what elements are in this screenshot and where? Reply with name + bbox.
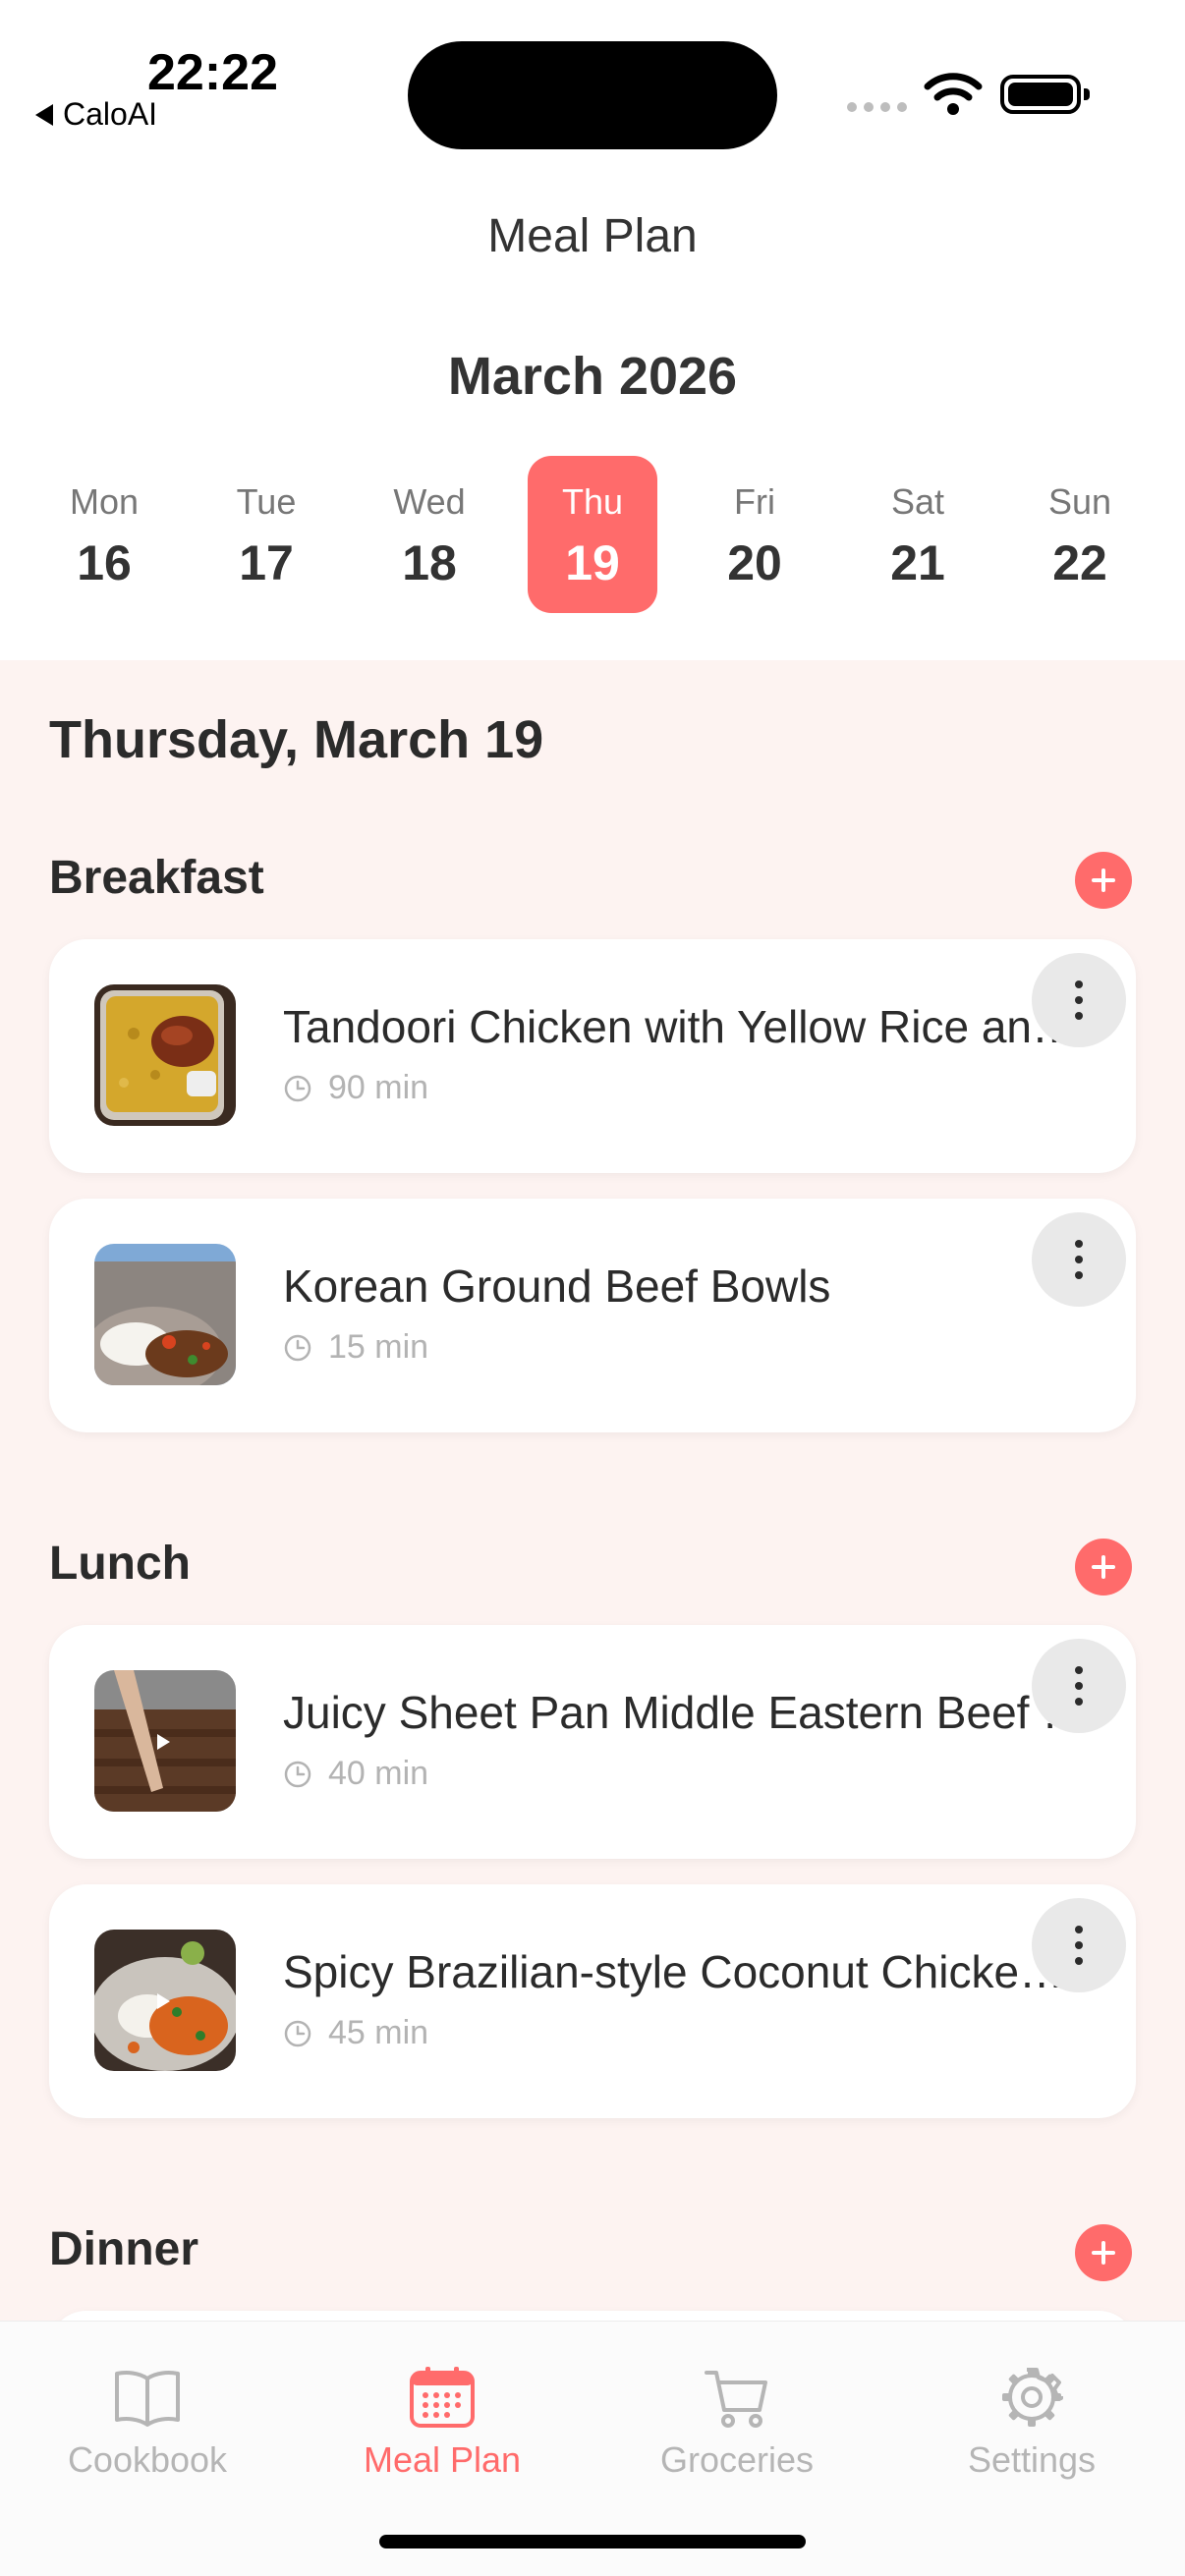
more-options-button[interactable] <box>1032 1639 1126 1733</box>
status-time: 22:22 <box>147 44 278 101</box>
video-thumbnail-curry <box>94 1930 236 2071</box>
recipe-title: Spicy Brazilian-style Coconut Chicken Cu… <box>283 1946 1089 1997</box>
recipe-time: 45 min <box>328 2014 429 2051</box>
recipe-meta: 45 min <box>283 2014 428 2052</box>
clock-icon <box>284 1075 311 1101</box>
tab-label: Cookbook <box>67 2439 228 2480</box>
back-to-app-button[interactable]: CaloAI <box>35 96 157 133</box>
section-title-breakfast: Breakfast <box>49 852 264 904</box>
play-icon <box>157 1734 170 1750</box>
recipe-card[interactable]: Spicy Brazilian-style Coconut Chicken Cu… <box>49 1884 1136 2118</box>
recipe-meta: 15 min <box>283 1328 428 1367</box>
food-photo-rice-chicken <box>94 984 236 1126</box>
page-title: Meal Plan <box>487 210 698 262</box>
calendar-icon <box>410 2367 475 2428</box>
recipe-meta: 90 min <box>283 1069 428 1107</box>
tab-groceries[interactable]: Groceries <box>590 2365 884 2492</box>
day-number: 17 <box>239 535 294 590</box>
gear-icon <box>1002 2368 1063 2427</box>
recipe-card[interactable] <box>49 2311 1136 2321</box>
meal-plan-content[interactable]: Thursday, March 19 Breakfast Tandoori Ch… <box>0 660 1185 2321</box>
recipe-time: 40 min <box>328 1755 429 1792</box>
cellular-signal-icon <box>847 102 907 112</box>
tab-label: Settings <box>967 2439 1097 2480</box>
day-sat[interactable]: Sat 21 <box>853 456 983 613</box>
status-bar: 22:22 CaloAI <box>0 0 1185 157</box>
tab-settings[interactable]: Settings <box>884 2365 1179 2492</box>
day-fri[interactable]: Fri 20 <box>690 456 819 613</box>
cart-icon <box>705 2371 767 2428</box>
day-name: Wed <box>393 481 466 522</box>
more-options-button[interactable] <box>1032 1212 1126 1307</box>
clock-icon <box>284 2020 311 2046</box>
day-sun[interactable]: Sun 22 <box>1015 456 1145 613</box>
battery-icon <box>1000 75 1090 114</box>
dynamic-island <box>408 41 777 149</box>
day-name: Thu <box>561 481 624 522</box>
section-title-lunch: Lunch <box>49 1538 191 1590</box>
recipe-meta: 40 min <box>283 1755 428 1793</box>
recipe-card[interactable]: Juicy Sheet Pan Middle Eastern Beef Koft… <box>49 1625 1136 1859</box>
day-number: 22 <box>1052 535 1107 590</box>
day-number: 21 <box>890 535 945 590</box>
tab-label: Groceries <box>659 2439 815 2480</box>
recipe-title: Juicy Sheet Pan Middle Eastern Beef Koft… <box>283 1687 1089 1738</box>
home-indicator[interactable] <box>379 2535 806 2548</box>
recipe-time: 90 min <box>328 1069 429 1106</box>
recipe-time: 15 min <box>328 1328 429 1366</box>
clock-icon <box>284 1334 311 1361</box>
recipe-card[interactable]: Korean Ground Beef Bowls 15 min <box>49 1199 1136 1432</box>
recipe-card[interactable]: Tandoori Chicken with Yellow Rice and Sp… <box>49 939 1136 1173</box>
back-arrow-icon <box>35 103 53 126</box>
recipe-title: Korean Ground Beef Bowls <box>283 1260 831 1312</box>
day-number: 18 <box>402 535 457 590</box>
day-name: Sun <box>1047 481 1112 522</box>
day-number: 20 <box>727 535 782 590</box>
tab-cookbook[interactable]: Cookbook <box>0 2365 295 2492</box>
tab-label: Meal Plan <box>363 2439 522 2480</box>
add-breakfast-button[interactable] <box>1075 852 1132 909</box>
more-options-button[interactable] <box>1032 1898 1126 1992</box>
day-mon[interactable]: Mon 16 <box>39 456 169 613</box>
add-lunch-button[interactable] <box>1075 1539 1132 1596</box>
tab-meal-plan[interactable]: Meal Plan <box>295 2365 590 2492</box>
wifi-icon <box>924 73 983 115</box>
more-options-button[interactable] <box>1032 953 1126 1047</box>
month-label: March 2026 <box>447 347 738 406</box>
back-app-label: CaloAI <box>63 96 158 132</box>
day-name: Tue <box>236 481 297 522</box>
day-tue[interactable]: Tue 17 <box>201 456 331 613</box>
food-photo-beef-bowl <box>94 1244 236 1385</box>
add-dinner-button[interactable] <box>1075 2224 1132 2281</box>
day-number: 19 <box>565 535 620 590</box>
day-name: Mon <box>69 481 140 522</box>
day-number: 16 <box>77 535 132 590</box>
recipe-title: Tandoori Chicken with Yellow Rice and Sp… <box>283 1001 1089 1052</box>
clock-icon <box>284 1761 311 1787</box>
day-name: Fri <box>734 481 775 522</box>
video-thumbnail-kofta <box>94 1670 236 1812</box>
play-icon <box>157 1993 170 2009</box>
book-icon <box>115 2371 180 2427</box>
day-name: Sat <box>890 481 945 522</box>
week-strip: Mon 16 Tue 17 Wed 18 Thu 19 Fri 20 Sat 2… <box>39 456 1146 613</box>
selected-date-heading: Thursday, March 19 <box>49 710 544 769</box>
day-thu-selected[interactable]: Thu 19 <box>528 456 657 613</box>
section-title-dinner: Dinner <box>49 2223 199 2275</box>
day-wed[interactable]: Wed 18 <box>365 456 494 613</box>
